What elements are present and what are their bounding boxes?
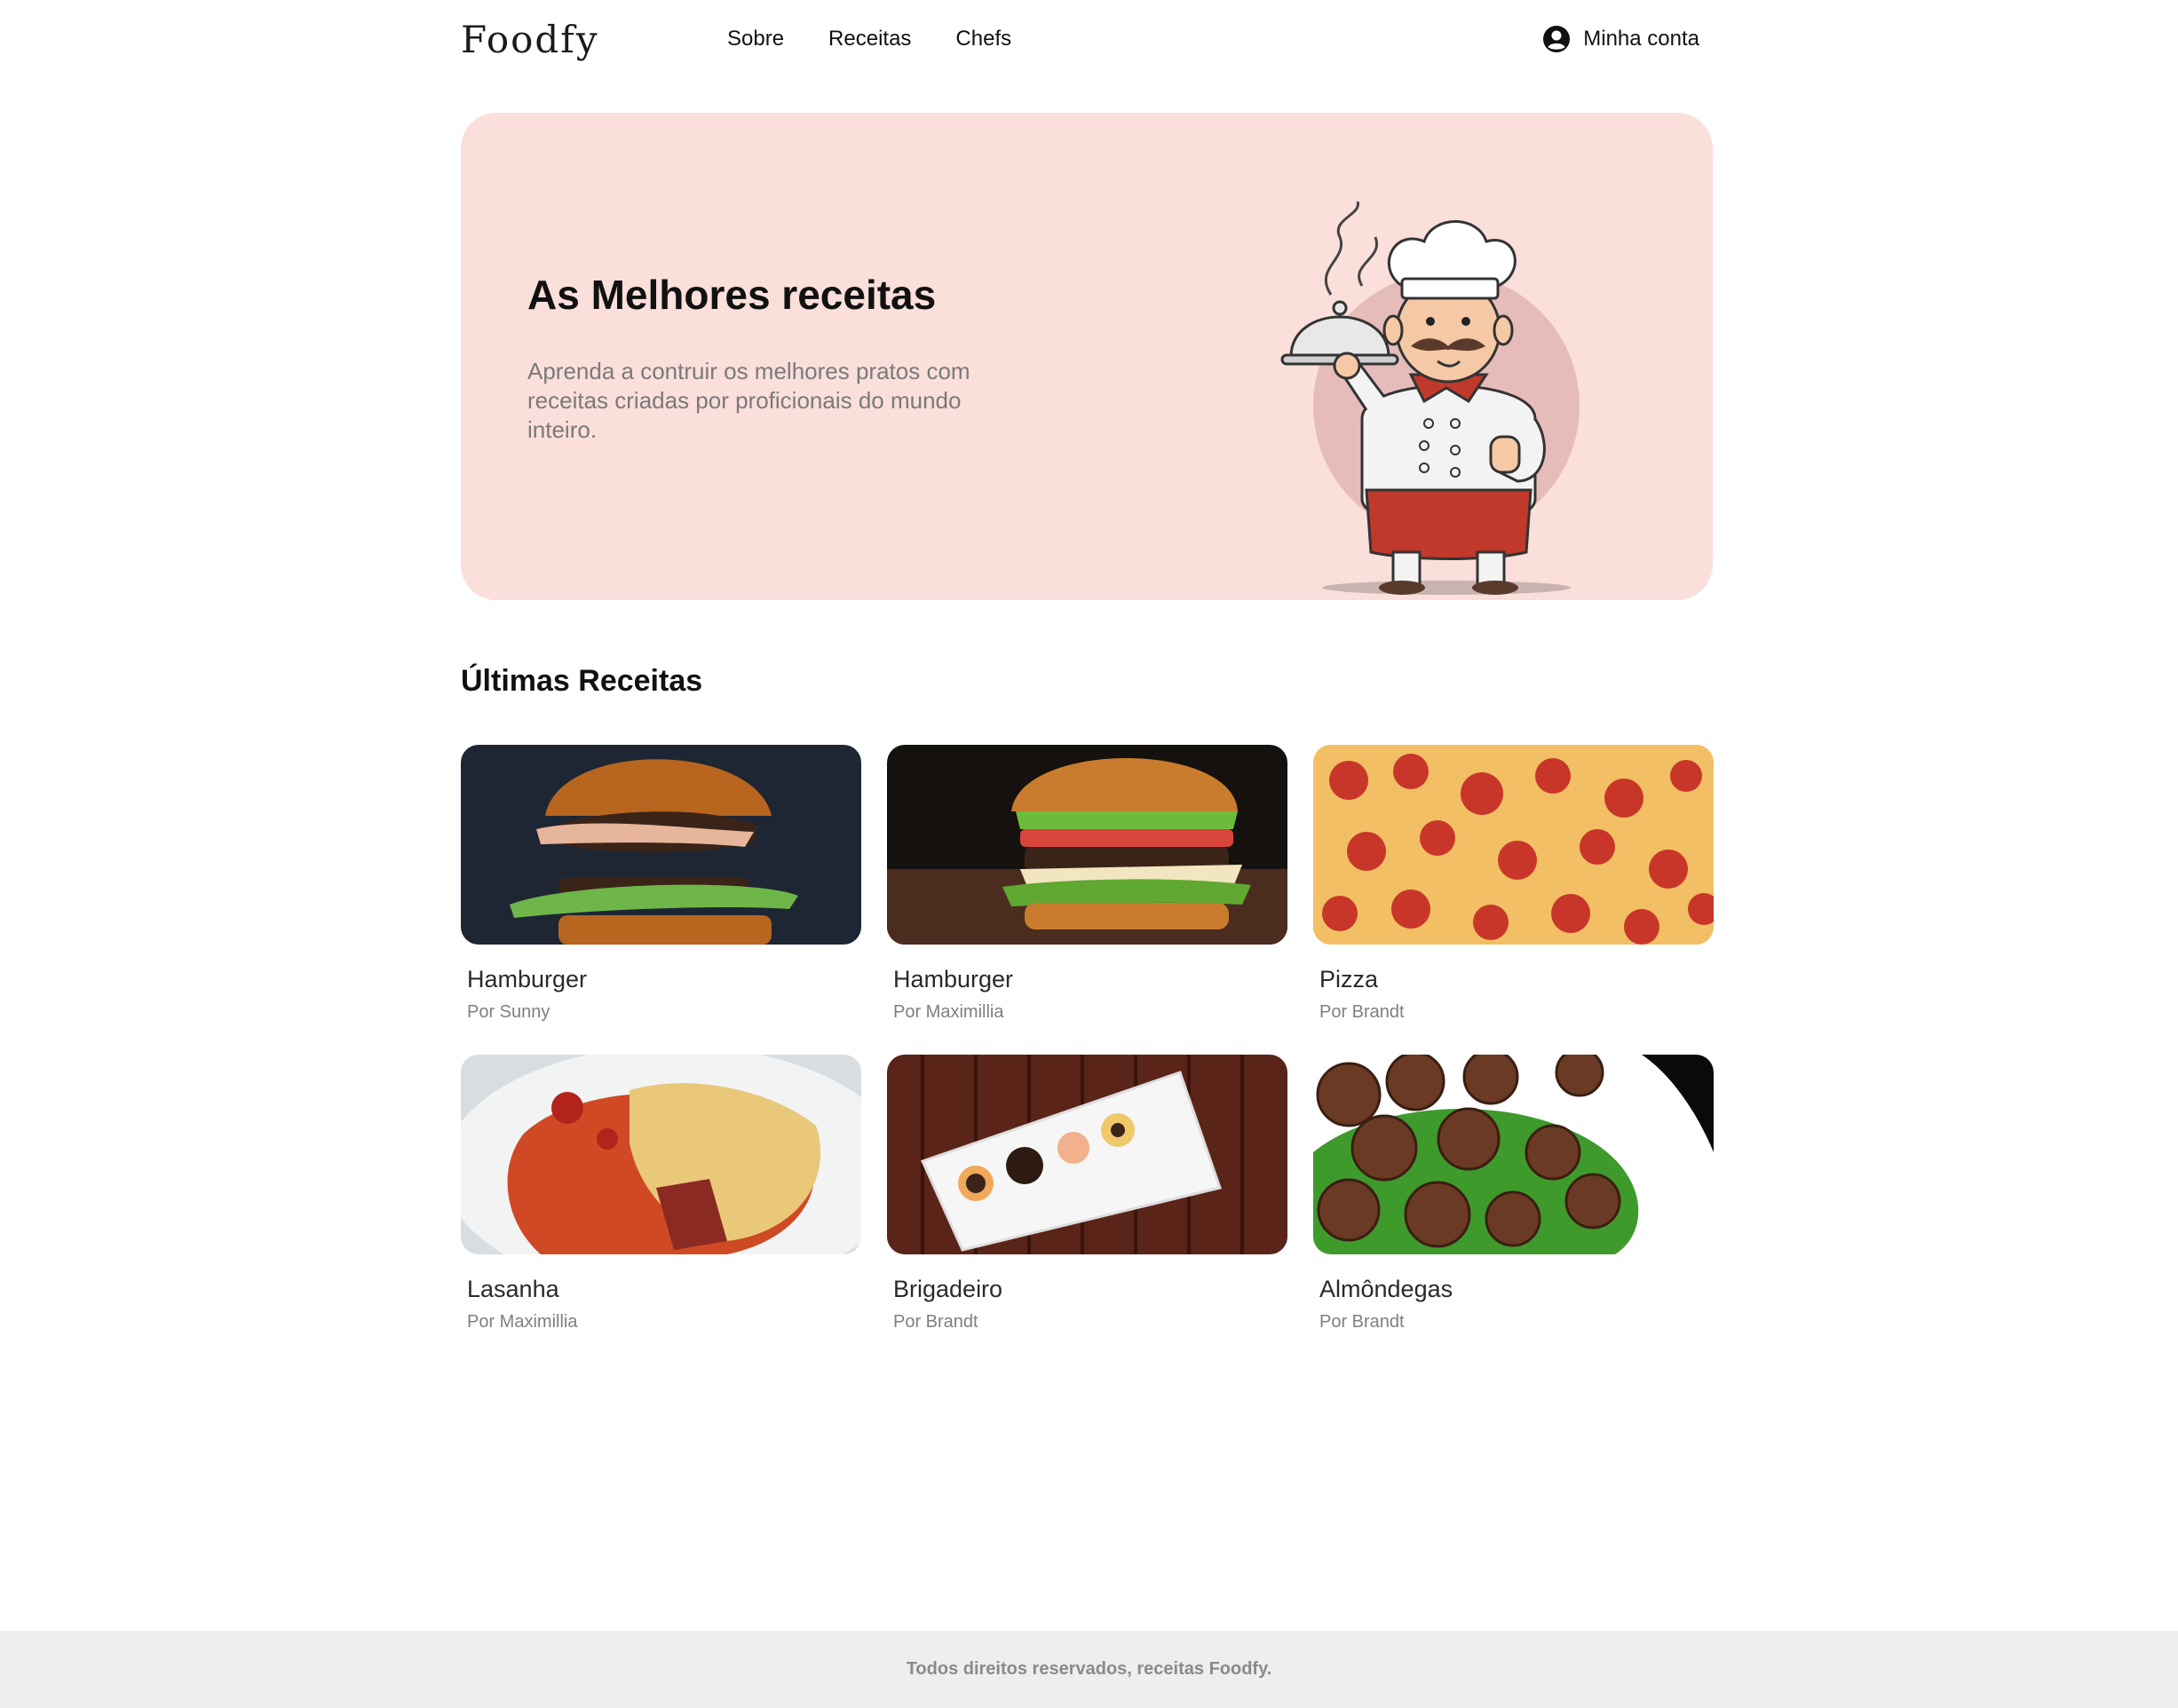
hero-banner: As Melhores receitas Aprenda a contruir … <box>461 113 1713 600</box>
recipe-author: Por Brandt <box>1319 1312 1405 1332</box>
recipe-image[interactable] <box>1313 1055 1714 1254</box>
recipe-title: Hamburger <box>893 966 1014 992</box>
recipe-author: Por Maximillia <box>467 1312 578 1332</box>
user-circle-icon <box>1543 26 1571 52</box>
recipe-image[interactable] <box>887 745 1287 945</box>
hero-title: As Melhores receitas <box>527 272 937 318</box>
nav-link-receitas[interactable]: Receitas <box>828 27 911 51</box>
recipe-author: Por Brandt <box>893 1312 978 1332</box>
recipe-image[interactable] <box>461 1055 861 1254</box>
recipe-title: Lasanha <box>467 1276 559 1302</box>
recipe-author: Por Sunny <box>467 1002 550 1022</box>
footer: Todos direitos reservados, receitas Food… <box>0 1631 2178 1708</box>
recipe-card[interactable]: Hamburger Por Maximillia <box>887 745 1287 1023</box>
account-button[interactable]: Minha conta <box>1542 0 1699 78</box>
recipe-image[interactable] <box>1313 745 1714 945</box>
recipe-author: Por Brandt <box>1319 1002 1405 1022</box>
recipe-card[interactable]: Brigadeiro Por Brandt <box>887 1055 1287 1332</box>
recipe-title: Pizza <box>1319 966 1379 992</box>
account-label: Minha conta <box>1583 27 1699 51</box>
recipe-card[interactable]: Hamburger Por Sunny <box>461 745 861 1023</box>
recipe-card[interactable]: Almôndegas Por Brandt <box>1313 1055 1714 1332</box>
section-title: Últimas Receitas <box>461 664 703 698</box>
hero-text: Aprenda a contruir os melhores pratos co… <box>527 358 970 443</box>
chef-illustration <box>1280 201 1580 595</box>
recipe-image[interactable] <box>461 745 861 945</box>
footer-text: Todos direitos reservados, receitas Food… <box>906 1659 1272 1679</box>
recipe-author: Por Maximillia <box>893 1002 1004 1022</box>
recipe-title: Almôndegas <box>1319 1276 1453 1302</box>
main-nav: Sobre Receitas Chefs <box>727 0 1011 78</box>
recipe-card[interactable]: Lasanha Por Maximillia <box>461 1055 861 1332</box>
logo[interactable]: Foodfy <box>461 18 599 61</box>
recipe-title: Brigadeiro <box>893 1276 1003 1302</box>
recipe-image[interactable] <box>887 1055 1287 1254</box>
recipe-card[interactable]: Pizza Por Brandt <box>1313 745 1714 1023</box>
nav-link-chefs[interactable]: Chefs <box>955 27 1011 51</box>
recipe-title: Hamburger <box>467 966 588 992</box>
nav-link-sobre[interactable]: Sobre <box>727 27 784 51</box>
header: Foodfy Sobre Receitas Chefs Minha conta <box>461 0 1713 78</box>
